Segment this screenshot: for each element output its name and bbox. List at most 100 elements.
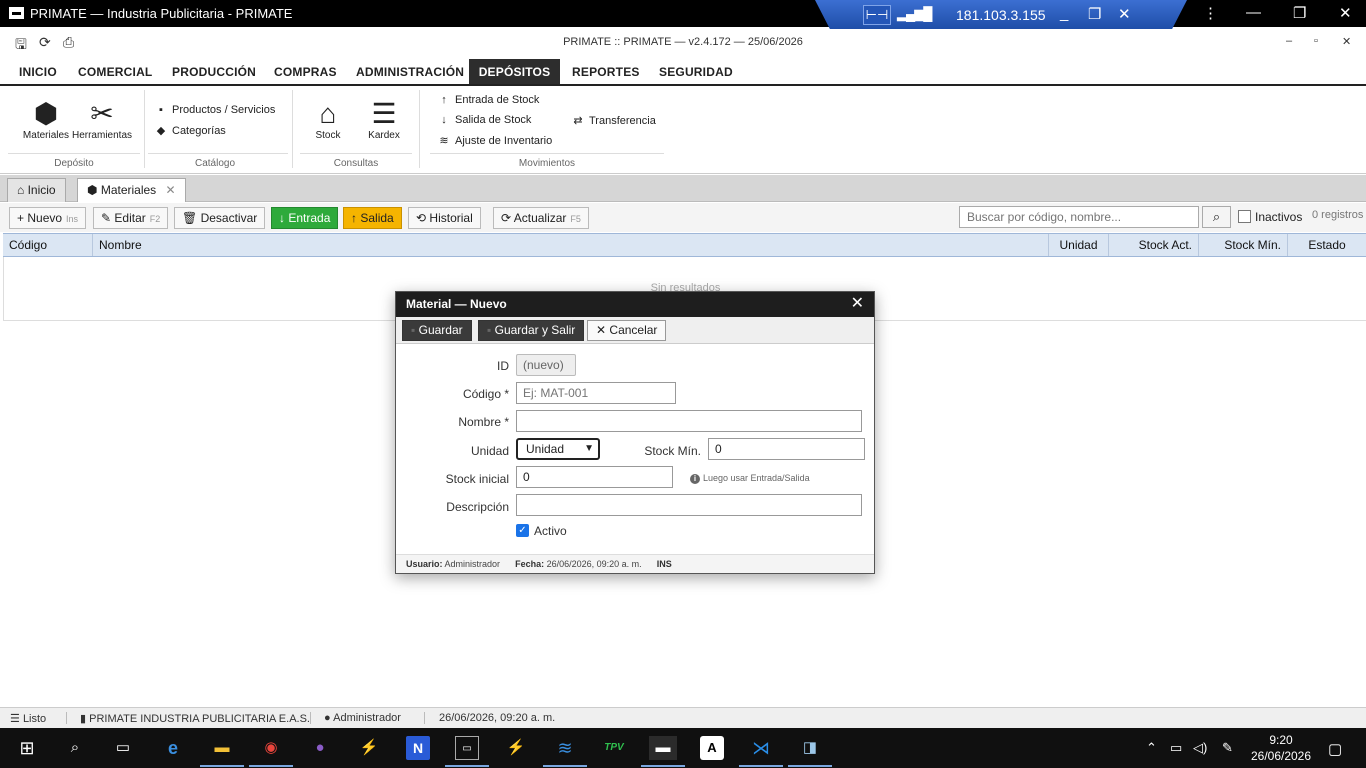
network-icon[interactable]: ▭ xyxy=(1170,740,1182,756)
remote-close-button[interactable]: ✕ xyxy=(1118,5,1131,23)
search-icon: ⌕ xyxy=(1212,209,1221,224)
primate-app-icon[interactable]: ▬ xyxy=(649,736,677,760)
trash-icon: 🗑 xyxy=(182,211,198,225)
search-button[interactable]: ⌕ xyxy=(1202,206,1231,228)
menu-reportes[interactable]: REPORTES xyxy=(562,59,650,84)
tab-close-icon[interactable]: ✕ xyxy=(166,183,176,197)
task-view-icon[interactable]: ▭ xyxy=(111,736,135,760)
app-close-button[interactable]: ✕ xyxy=(1342,35,1351,48)
search-icon[interactable]: ⌕ xyxy=(63,736,87,760)
ribbon-salida-stock-button[interactable]: ↓ Salida de Stock xyxy=(436,114,531,126)
app-stack-icon[interactable]: ≋ xyxy=(553,736,577,760)
app-maximize-button[interactable]: ▫ xyxy=(1314,35,1318,47)
inactivos-checkbox[interactable]: Inactivos xyxy=(1238,210,1302,224)
remote-desktop-bar: ⊢⊣ ▂▄▆█ 181.103.3.155 _ ❐ ✕ xyxy=(815,0,1187,29)
vscode-icon[interactable]: ⋊ xyxy=(749,736,773,760)
windows-start-icon[interactable]: ⊞ xyxy=(15,736,39,760)
column-codigo[interactable]: Código xyxy=(3,234,93,256)
warehouse-icon: ⌂ xyxy=(319,98,337,129)
more-options-icon[interactable]: ⋮ xyxy=(1203,4,1218,22)
stock-inicial-field[interactable]: 0 xyxy=(516,466,673,488)
guardar-salir-label: Guardar y Salir xyxy=(494,323,576,337)
usuario-label: Usuario: xyxy=(406,559,443,569)
cancelar-button[interactable]: ✕ Cancelar xyxy=(587,320,667,341)
ribbon-categorias-button[interactable]: ◆ Categorías xyxy=(153,124,226,137)
column-estado[interactable]: Estado xyxy=(1288,234,1366,256)
desactivar-label: Desactivar xyxy=(200,211,258,225)
salida-button[interactable]: ↑ Salida xyxy=(343,207,402,229)
editar-button[interactable]: ✎ Editar F2 xyxy=(93,207,169,229)
internet-explorer-icon[interactable]: e xyxy=(161,736,185,760)
status-company-text: PRIMATE INDUSTRIA PUBLICITARIA E.A.S. xyxy=(89,713,310,725)
menu-comercial[interactable]: COMERCIAL xyxy=(68,59,162,84)
ribbon-materiales-button[interactable]: ⬢ Materiales xyxy=(22,98,70,141)
ribbon-transferencia-button[interactable]: ⇄ Transferencia xyxy=(570,114,655,127)
ribbon-productos-button[interactable]: ▪ Productos / Servicios xyxy=(153,104,275,116)
app-logo-icon xyxy=(9,7,24,19)
notifications-icon[interactable]: ▢ xyxy=(1328,740,1342,758)
tab-inicio[interactable]: ⌂ Inicio xyxy=(7,178,66,202)
chrome-icon[interactable]: ◉ xyxy=(259,736,283,760)
search-input[interactable] xyxy=(959,206,1199,228)
tray-expand-icon[interactable]: ⌃ xyxy=(1146,740,1157,756)
app-minimize-button[interactable]: – xyxy=(1286,35,1292,47)
column-stock-min[interactable]: Stock Mín. xyxy=(1199,234,1288,256)
file-explorer-icon[interactable]: ▬ xyxy=(210,736,234,760)
unidad-select[interactable]: Unidad ▼ xyxy=(516,438,600,460)
app-a-icon[interactable]: A xyxy=(700,736,724,760)
ribbon-kardex-button[interactable]: ☰ Kardex xyxy=(362,98,406,141)
historial-label: Historial xyxy=(429,211,473,225)
dialog-close-icon[interactable]: ✕ xyxy=(851,295,864,313)
checkbox-box[interactable] xyxy=(1238,210,1251,223)
activo-label: Activo xyxy=(534,524,567,538)
desactivar-button[interactable]: 🗑 Desactivar xyxy=(174,207,266,229)
github-desktop-icon[interactable]: ● xyxy=(308,736,332,760)
close-window-button[interactable]: ✕ xyxy=(1339,4,1352,22)
minimize-window-button[interactable]: — xyxy=(1246,4,1261,21)
restore-window-button[interactable]: ❐ xyxy=(1293,4,1306,22)
dialog-footer: Usuario: Administrador Fecha: 26/06/2026… xyxy=(396,554,874,573)
app-bolt-icon[interactable]: ⚡ xyxy=(504,736,528,760)
menu-seguridad[interactable]: SEGURIDAD xyxy=(649,59,743,84)
entrada-button[interactable]: ↓ Entrada xyxy=(271,207,339,229)
menu-administracion[interactable]: ADMINISTRACIÓN xyxy=(346,59,474,84)
pin-icon[interactable]: ⊢⊣ xyxy=(863,5,891,25)
group-label-catalogo: Catálogo xyxy=(194,158,236,169)
ribbon-stock-button[interactable]: ⌂ Stock xyxy=(306,98,350,141)
column-nombre[interactable]: Nombre xyxy=(93,234,1049,256)
group-separator xyxy=(292,90,293,168)
guardar-button[interactable]: ▪ Guardar xyxy=(402,320,472,341)
historial-button[interactable]: ⟲ Historial xyxy=(408,207,481,229)
terminal-icon[interactable]: ▭ xyxy=(455,736,479,760)
app-bolt-icon[interactable]: ⚡ xyxy=(357,736,381,760)
column-stock-act[interactable]: Stock Act. xyxy=(1109,234,1199,256)
stock-min-field[interactable]: 0 xyxy=(708,438,865,460)
nuevo-button[interactable]: + Nuevo Ins xyxy=(9,207,87,229)
column-unidad[interactable]: Unidad xyxy=(1049,234,1109,256)
pen-icon[interactable]: ✎ xyxy=(1222,740,1233,756)
volume-icon[interactable]: ◁) xyxy=(1193,740,1207,756)
main-menu-bar: INICIO COMERCIAL PRODUCCIÓN COMPRAS ADMI… xyxy=(0,59,1366,86)
ribbon-entrada-stock-button[interactable]: ↑ Entrada de Stock xyxy=(436,94,539,106)
remote-restore-button[interactable]: ❐ xyxy=(1088,5,1101,23)
activo-checkbox[interactable]: ✓ xyxy=(516,524,529,537)
codigo-field[interactable] xyxy=(516,382,676,404)
app-n-icon[interactable]: N xyxy=(406,736,430,760)
ribbon-ajuste-inventario-button[interactable]: ≋ Ajuste de Inventario xyxy=(436,134,552,147)
tab-materiales[interactable]: ⬢ Materiales ✕ xyxy=(77,178,186,202)
signal-icon: ▂▄▆█ xyxy=(897,6,932,21)
actualizar-button[interactable]: ⟳ Actualizar F5 xyxy=(493,207,589,229)
nombre-field[interactable] xyxy=(516,410,862,432)
status-datetime: 26/06/2026, 09:20 a. m. xyxy=(439,712,556,724)
menu-inicio[interactable]: INICIO xyxy=(9,59,67,84)
menu-compras[interactable]: COMPRAS xyxy=(264,59,347,84)
descripcion-field[interactable] xyxy=(516,494,862,516)
taskbar-clock[interactable]: 9:20 26/06/2026 xyxy=(1246,732,1316,764)
menu-produccion[interactable]: PRODUCCIÓN xyxy=(162,59,266,84)
guardar-salir-button[interactable]: ▪ Guardar y Salir xyxy=(478,320,585,341)
remote-minimize-button[interactable]: _ xyxy=(1060,5,1068,22)
tpv-app-icon[interactable]: TPV xyxy=(602,736,626,760)
ribbon-herramientas-button[interactable]: ✂ Herramientas xyxy=(71,98,133,141)
remote-desktop-icon[interactable]: ◨ xyxy=(798,736,822,760)
menu-depositos[interactable]: DEPÓSITOS xyxy=(469,59,560,84)
